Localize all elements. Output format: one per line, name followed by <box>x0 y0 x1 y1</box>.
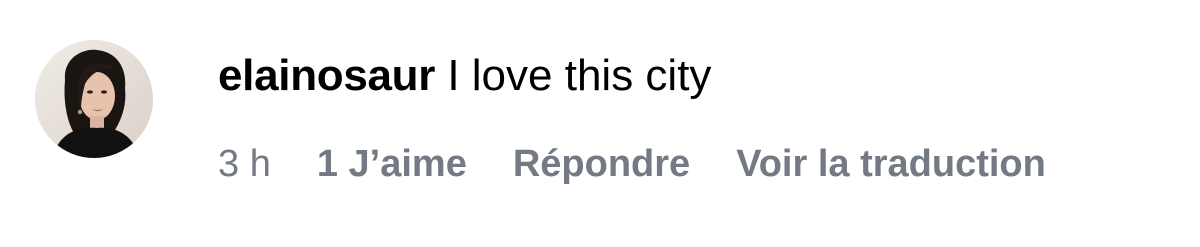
comment-body: elainosaur I love this city <box>218 50 1178 102</box>
comment-meta: 3 h 1 J’aime Répondre Voir la traduction <box>218 137 1046 191</box>
reply-button[interactable]: Répondre <box>513 143 690 186</box>
timestamp: 3 h <box>218 142 271 185</box>
translate-button[interactable]: Voir la traduction <box>736 143 1046 186</box>
comment-item: elainosaur I love this city 3 h 1 J’aime… <box>0 0 1200 247</box>
user-avatar-photo-icon <box>35 40 153 158</box>
likes-count-button[interactable]: 1 J’aime <box>317 143 467 186</box>
avatar[interactable] <box>35 40 153 158</box>
comment-text-line: elainosaur I love this city <box>218 50 1178 102</box>
comment-text: I love this city <box>447 51 712 100</box>
username-link[interactable]: elainosaur <box>218 51 435 100</box>
